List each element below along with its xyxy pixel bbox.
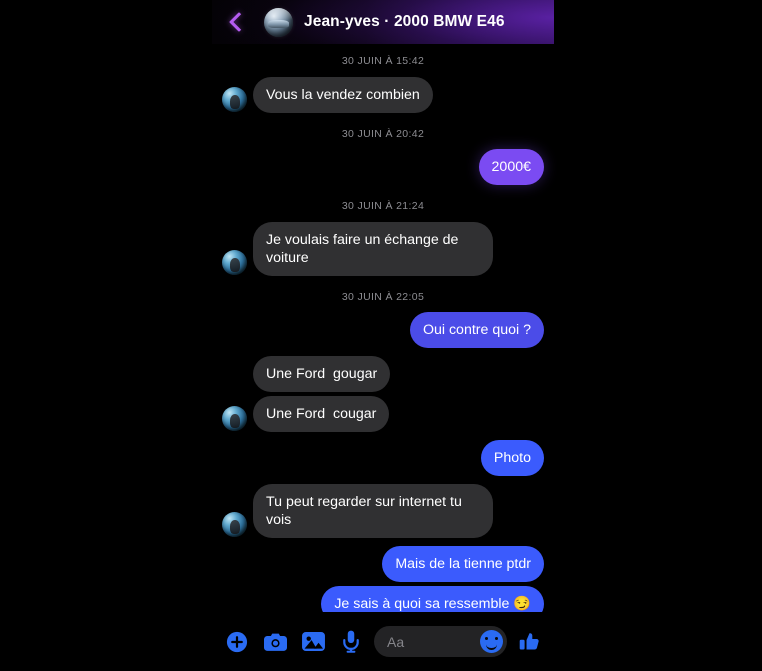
message-row: 2000€ [212, 149, 554, 186]
contact-avatar[interactable] [264, 7, 293, 37]
sender-avatar[interactable] [222, 406, 247, 432]
gallery-icon[interactable] [298, 627, 328, 657]
message-bubble[interactable]: Vous la vendez combien [253, 76, 433, 113]
message-row: Oui contre quoi ? [212, 312, 554, 349]
message-input[interactable]: Aa [374, 626, 507, 657]
message-composer: Aa [212, 612, 554, 671]
message-timestamp: 30 JUIN À 20:42 [341, 127, 425, 140]
phone-column: Jean-yves · 2000 BMW E46 30 JUIN À 15:42… [212, 0, 554, 671]
message-bubble[interactable]: Une Ford gougar [253, 356, 391, 393]
sender-avatar[interactable] [222, 249, 247, 275]
message-bubble[interactable]: Photo [480, 440, 544, 477]
message-timestamp: 30 JUIN À 22:05 [341, 290, 425, 303]
message-row: Une Ford cougar [212, 396, 554, 433]
conversation-header: Jean-yves · 2000 BMW E46 [212, 0, 554, 44]
camera-icon[interactable] [260, 627, 290, 657]
message-bubble[interactable]: Une Ford cougar [253, 396, 390, 433]
message-row: Je voulais faire un échange de voiture [212, 221, 554, 276]
message-row: Mais de la tienne ptdr [212, 546, 554, 583]
microphone-icon[interactable] [336, 627, 366, 657]
thumbs-up-icon[interactable] [514, 627, 544, 657]
message-row: Vous la vendez combien [212, 76, 554, 113]
chevron-left-icon [229, 12, 249, 32]
sender-avatar[interactable] [222, 86, 247, 112]
message-input-placeholder: Aa [387, 634, 405, 649]
message-bubble[interactable]: 2000€ [478, 149, 544, 186]
conversation-title: Jean-yves · 2000 BMW E46 [304, 13, 505, 30]
message-timestamp: 30 JUIN À 15:42 [341, 55, 425, 67]
message-bubble[interactable]: Mais de la tienne ptdr [382, 546, 544, 583]
message-bubble[interactable]: Je voulais faire un échange de voiture [253, 221, 493, 276]
messenger-conversation-screen: Jean-yves · 2000 BMW E46 30 JUIN À 15:42… [0, 0, 762, 671]
message-row: Photo [212, 440, 554, 477]
message-thread[interactable]: 30 JUIN À 15:42 Vous la vendez combien 30 … [212, 55, 554, 643]
smiley-icon[interactable] [480, 630, 503, 653]
message-row: Tu peut regarder sur internet tu vois [212, 484, 554, 539]
message-bubble[interactable]: Tu peut regarder sur internet tu vois [253, 484, 493, 539]
back-button[interactable] [212, 12, 254, 32]
sender-avatar[interactable] [222, 512, 247, 538]
plus-circle-icon[interactable] [222, 627, 252, 657]
message-timestamp: 30 JUIN À 21:24 [341, 200, 425, 213]
message-bubble[interactable]: Oui contre quoi ? [409, 312, 544, 349]
message-row: Une Ford gougar [212, 356, 554, 393]
